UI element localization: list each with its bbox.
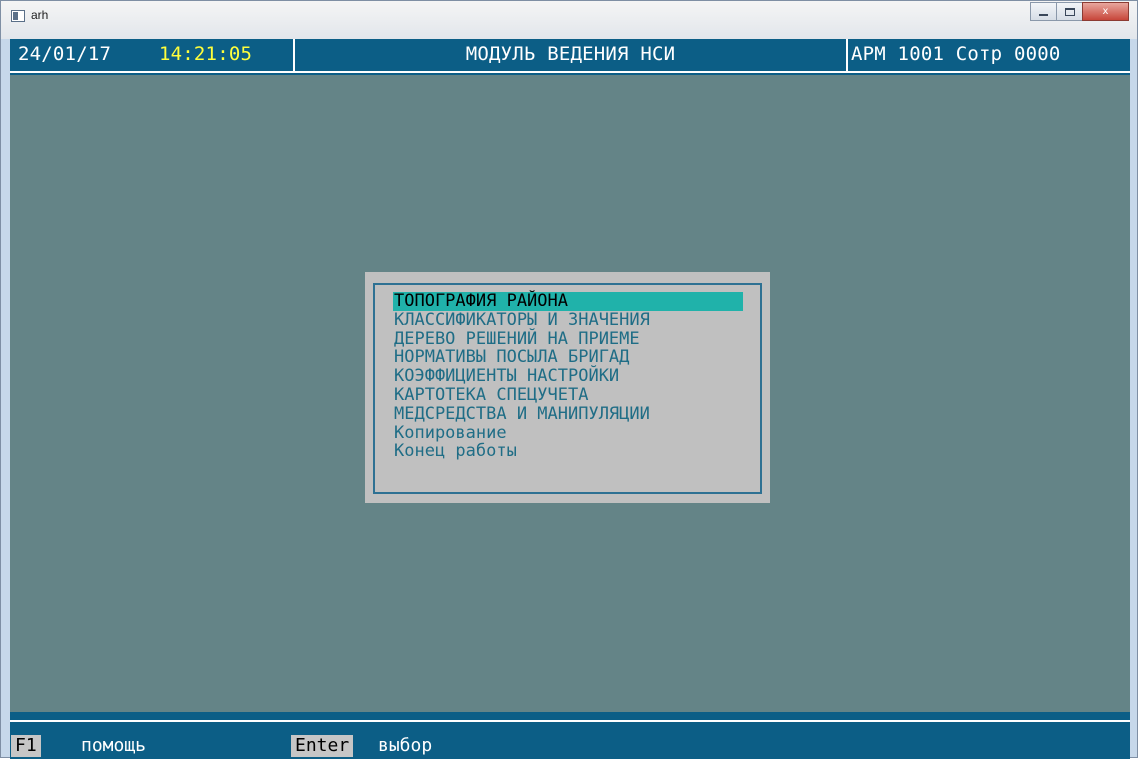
date-display: 24/01/17 <box>18 43 112 65</box>
menu-item-exit[interactable]: Конец работы <box>393 442 743 461</box>
menu-item-decision-tree[interactable]: ДЕРЕВО РЕШЕНИЙ НА ПРИЕМЕ <box>393 329 743 349</box>
window-controls: x <box>1030 2 1129 21</box>
time-display: 14:21:05 <box>159 43 253 65</box>
title-bar[interactable]: arh x <box>1 1 1137 39</box>
minimize-icon <box>1039 13 1048 16</box>
menu-item-classifiers[interactable]: КЛАССИФИКАТОРЫ И ЗНАЧЕНИЯ <box>393 310 743 330</box>
main-menu-dialog: ТОПОГРАФИЯ РАЙОНА КЛАССИФИКАТОРЫ И ЗНАЧЕ… <box>365 272 770 503</box>
status-header: 24/01/17 14:21:05 МОДУЛЬ ВЕДЕНИЯ НСИ АРМ… <box>10 39 1130 75</box>
menu-item-medications[interactable]: МЕДСРЕДСТВА И МАНИПУЛЯЦИИ <box>393 404 743 424</box>
window-title: arh <box>31 8 49 22</box>
menu-item-topography[interactable]: ТОПОГРАФИЯ РАЙОНА <box>393 292 743 311</box>
maximize-icon <box>1064 7 1075 16</box>
workstation-info: АРМ 1001 Сотр 0000 <box>851 43 1061 65</box>
menu-item-dispatch-norms[interactable]: НОРМАТИВЫ ПОСЫЛА БРИГАД <box>393 348 743 367</box>
menu-item-coefficients[interactable]: КОЭФФИЦИЕНТЫ НАСТРОЙКИ <box>393 367 743 386</box>
status-footer: F1 помощь Enter выбор <box>10 712 1130 759</box>
enter-key-hint[interactable]: Enter <box>291 735 354 757</box>
console-app-icon[interactable] <box>11 10 25 22</box>
menu-item-copy[interactable]: Копирование <box>393 423 743 443</box>
maximize-button[interactable] <box>1056 2 1083 21</box>
console-screen: 24/01/17 14:21:05 МОДУЛЬ ВЕДЕНИЯ НСИ АРМ… <box>10 39 1130 759</box>
f1-key-hint[interactable]: F1 <box>11 735 41 757</box>
header-rule <box>10 71 1130 73</box>
close-icon: x <box>1102 6 1109 17</box>
minimize-button[interactable] <box>1030 2 1057 21</box>
enter-key-label: выбор <box>378 735 433 756</box>
close-button[interactable]: x <box>1082 2 1129 21</box>
menu-item-special-records[interactable]: КАРТОТЕКА СПЕЦУЧЕТА <box>393 386 743 405</box>
menu-list: ТОПОГРАФИЯ РАЙОНА КЛАССИФИКАТОРЫ И ЗНАЧЕ… <box>393 292 743 461</box>
f1-key-label: помощь <box>81 735 147 756</box>
footer-rule <box>10 720 1130 722</box>
header-divider <box>293 39 295 71</box>
header-divider <box>846 39 848 71</box>
module-title: МОДУЛЬ ВЕДЕНИЯ НСИ <box>465 43 676 65</box>
app-window: arh x 24/01/17 14:21:05 МОДУЛЬ ВЕДЕНИЯ Н… <box>0 0 1138 759</box>
